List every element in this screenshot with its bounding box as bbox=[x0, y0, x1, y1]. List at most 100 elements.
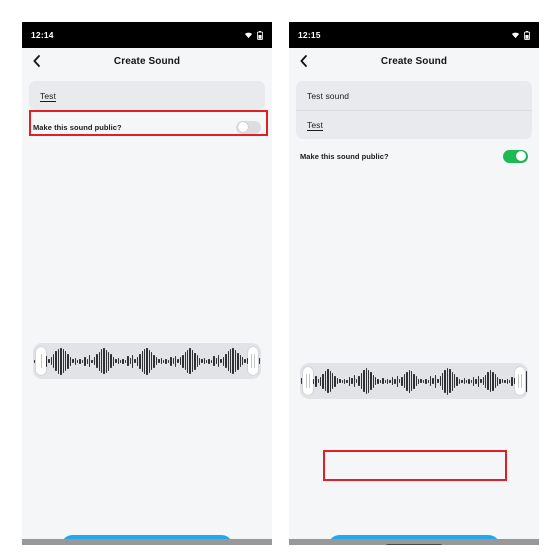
waveform-bar bbox=[363, 370, 365, 392]
waveform-bar bbox=[470, 379, 473, 383]
waveform-bar bbox=[341, 379, 343, 383]
wifi-icon bbox=[511, 32, 520, 39]
waveform-bar bbox=[401, 376, 403, 386]
waveform-bar bbox=[206, 359, 208, 363]
waveform-bar bbox=[394, 378, 396, 384]
waveform-bar bbox=[163, 359, 165, 363]
sound-fields-group: Test bbox=[29, 81, 265, 110]
screen-content: Test Make this sound public? bbox=[22, 81, 272, 545]
waveform-bar bbox=[456, 376, 458, 386]
make-public-toggle[interactable] bbox=[236, 120, 261, 134]
waveform-bar bbox=[198, 357, 201, 365]
chevron-left-icon[interactable] bbox=[30, 54, 42, 68]
waveform-bar bbox=[477, 375, 480, 387]
home-indicator[interactable] bbox=[119, 544, 175, 545]
grip-line bbox=[253, 354, 255, 368]
waveform-bar bbox=[525, 370, 528, 392]
waveform-bar bbox=[468, 378, 470, 384]
waveform-bar bbox=[189, 348, 191, 374]
waveform-bar bbox=[60, 347, 62, 375]
make-public-row[interactable]: Make this sound public? bbox=[29, 116, 265, 138]
waveform-track[interactable] bbox=[300, 363, 528, 399]
waveform-bar bbox=[201, 359, 203, 363]
waveform-bar bbox=[210, 359, 213, 363]
waveform-bar bbox=[124, 359, 127, 363]
waveform-bar bbox=[387, 378, 389, 384]
waveform-bar bbox=[55, 351, 57, 371]
waveform-bar bbox=[170, 356, 172, 366]
trim-handle-right[interactable] bbox=[515, 367, 525, 395]
waveform-bar bbox=[351, 378, 353, 384]
make-public-row[interactable]: Make this sound public? bbox=[296, 145, 532, 167]
waveform-bar bbox=[317, 379, 320, 383]
waveform-bar bbox=[81, 359, 84, 363]
make-public-label: Make this sound public? bbox=[300, 151, 389, 161]
waveform-bar bbox=[103, 348, 105, 374]
waveform-bar bbox=[50, 357, 53, 365]
waveform-bar bbox=[403, 374, 406, 388]
waveform-bar bbox=[177, 359, 179, 363]
trim-handle-left[interactable] bbox=[303, 367, 313, 395]
waveform-bar bbox=[420, 379, 422, 383]
waveform-bar bbox=[408, 369, 410, 393]
waveform-bar bbox=[444, 369, 446, 393]
waveform-bar bbox=[461, 379, 463, 383]
waveform-bar bbox=[434, 374, 437, 388]
waveform-bar bbox=[191, 350, 194, 372]
battery-icon bbox=[257, 30, 263, 40]
waveform-bar bbox=[343, 378, 346, 384]
make-public-toggle[interactable] bbox=[503, 149, 528, 163]
waveform-bar bbox=[430, 376, 432, 386]
waveform-track[interactable] bbox=[33, 343, 261, 379]
waveform-bar bbox=[153, 354, 155, 368]
grip-line bbox=[518, 374, 520, 388]
app-bar: Create Sound bbox=[22, 48, 272, 74]
waveform-bar bbox=[439, 376, 441, 386]
waveform-bar bbox=[422, 379, 425, 383]
chevron-left-icon[interactable] bbox=[297, 54, 309, 68]
waveform-bar bbox=[396, 375, 398, 387]
app-bar: Create Sound bbox=[289, 48, 539, 74]
waveform-bar bbox=[175, 355, 177, 367]
phone-screen-right: 12:15 Create Sound Test sound Test Make … bbox=[289, 22, 539, 545]
audio-trim-waveform[interactable] bbox=[300, 363, 528, 399]
field-row-sound-name[interactable]: Test bbox=[296, 110, 532, 139]
status-bar-icons bbox=[511, 30, 530, 40]
screen-content: Test sound Test Make this sound public? bbox=[289, 81, 539, 545]
waveform-bar bbox=[494, 374, 496, 388]
waveform-bar bbox=[215, 358, 218, 364]
page-title: Create Sound bbox=[380, 55, 448, 67]
waveform-bar bbox=[437, 379, 439, 383]
waveform-bar bbox=[112, 356, 115, 366]
audio-trim-waveform[interactable] bbox=[33, 343, 261, 379]
system-nav-bar bbox=[289, 539, 539, 545]
field-row-sound-title[interactable]: Test sound bbox=[296, 81, 532, 110]
waveform-bar bbox=[98, 351, 100, 371]
field-row-sound-name[interactable]: Test bbox=[29, 81, 265, 110]
trim-handle-left[interactable] bbox=[36, 347, 46, 375]
waveform-bar bbox=[167, 359, 170, 363]
waveform-bar bbox=[179, 357, 182, 365]
waveform-bar bbox=[165, 358, 167, 364]
home-indicator[interactable] bbox=[386, 544, 442, 545]
sound-fields-group: Test sound Test bbox=[296, 81, 532, 139]
waveform-bar bbox=[62, 349, 65, 373]
waveform-bar bbox=[382, 378, 384, 384]
waveform-bar bbox=[499, 378, 501, 384]
waveform-bar bbox=[458, 378, 461, 384]
waveform-bar bbox=[234, 350, 237, 372]
waveform-bar bbox=[151, 352, 153, 370]
waveform-bar bbox=[105, 349, 108, 373]
waveform-bar bbox=[377, 378, 379, 384]
waveform-bar bbox=[67, 353, 69, 369]
waveform-bar bbox=[442, 372, 444, 390]
field-value-sound-title: Test sound bbox=[307, 90, 350, 101]
waveform-bar bbox=[334, 375, 336, 387]
waveform-bar bbox=[367, 369, 370, 393]
system-nav-bar bbox=[22, 539, 272, 545]
waveform-bar bbox=[93, 357, 96, 365]
toggle-knob bbox=[238, 122, 248, 132]
trim-handle-right[interactable] bbox=[248, 347, 258, 375]
waveform-bar bbox=[220, 359, 222, 363]
waveform-bar bbox=[129, 358, 131, 364]
